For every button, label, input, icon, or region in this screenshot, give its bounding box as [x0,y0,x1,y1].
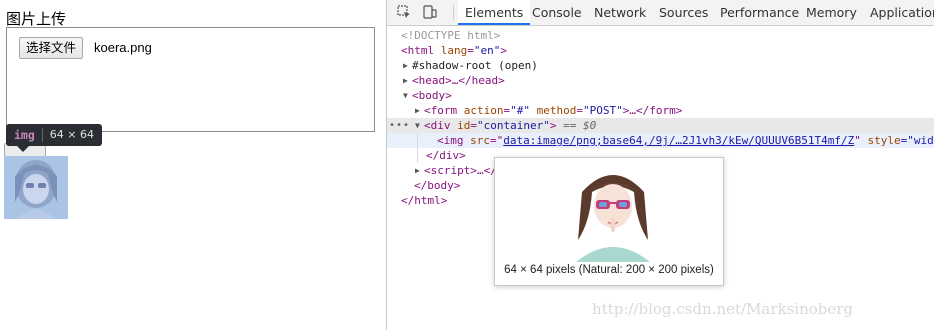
tab-sources[interactable]: Sources [659,0,708,25]
preview-image [4,156,68,219]
form-close-tag: >…</form> [622,104,683,117]
doctype-text: <!DOCTYPE html> [401,29,501,42]
tooltip-dimensions: 64 × 64 [49,128,94,141]
head-tag: <head>…</head> [412,74,505,87]
dom-line-html[interactable]: <html lang="en"> [387,43,934,58]
tab-performance[interactable]: Performance [720,0,799,25]
expand-arrow-icon[interactable]: ▶ [415,163,420,178]
img-style-attr: style [867,134,901,147]
choose-file-button[interactable]: 选择文件 [19,37,84,59]
body-close-tag: </body> [414,179,461,192]
tooltip-separator [41,128,43,142]
chosen-file-name: koera.png [94,40,152,55]
expand-arrow-icon[interactable]: ▶ [415,103,420,118]
toolbar-divider [453,5,454,20]
html-close-tag: </html> [401,194,448,207]
indent-guide [417,133,418,163]
img-src-link[interactable]: data:image/png;base64,/9j/…2J1vh3/kEw/QU… [503,134,854,147]
dom-line-img[interactable]: <img src="data:image/png;base64,/9j/…2J1… [387,133,934,148]
selected-node-marker: == $0 [563,119,597,132]
dom-line-body[interactable]: ▼ <body> [387,88,934,103]
devtools-toolbar: Elements Console Network Sources Perform… [387,0,934,26]
div-open-tag: <div [424,119,451,132]
html-lang-value: "en" [473,44,501,57]
div-id-attr: id [457,119,471,132]
img-style-value: ="width [900,134,934,147]
form-method-attr: method [536,104,577,117]
tab-elements[interactable]: Elements [458,0,531,25]
dom-line-shadow-root[interactable]: ▶ #shadow-root (open) [387,58,934,73]
dom-line-doctype[interactable]: <!DOCTYPE html> [387,28,934,43]
img-src-attr: src [470,134,490,147]
div-id-value: "container" [477,119,550,132]
image-preview-popup: 64 × 64 pixels (Natural: 200 × 200 pixel… [494,157,724,286]
tooltip-tag: img [14,128,35,142]
html-lang-attr: lang [440,44,468,57]
expand-arrow-icon[interactable]: ▶ [403,73,408,88]
img-open-tag: <img [437,134,464,147]
inspect-element-icon[interactable] [396,4,412,20]
dom-line-div-container[interactable]: ••• ▼ <div id="container"> == $0 [387,118,934,133]
script-tag: <script>…</ [424,164,497,177]
expand-arrow-icon[interactable]: ▶ [403,58,408,73]
shadow-root-text: #shadow-root (open) [412,59,538,72]
more-options-icon[interactable]: ••• [389,118,410,133]
popup-caption: 64 × 64 pixels (Natural: 200 × 200 pixel… [504,264,714,276]
html-open-tag: <html [401,44,435,57]
dom-line-head[interactable]: ▶ <head>…</head> [387,73,934,88]
tab-memory[interactable]: Memory [806,0,857,25]
upload-form: 选择文件 koera.png [6,27,375,132]
form-open-tag: <form [424,104,458,117]
page-title: 图片上传 [6,10,67,28]
watermark: http://blog.csdn.net/Marksinoberg [592,300,854,318]
popup-preview-image [568,162,658,262]
body-open-tag: <body> [412,89,452,102]
form-action-value: "#" [510,104,530,117]
tab-application[interactable]: Application [870,0,934,25]
collapse-arrow-icon[interactable]: ▼ [415,118,420,133]
inspect-tooltip: img 64 × 64 [6,124,102,146]
page-viewport: 图片上传 选择文件 koera.png img 64 × 64 [0,0,386,330]
tab-console[interactable]: Console [532,0,582,25]
tab-network[interactable]: Network [594,0,646,25]
tooltip-arrow [17,146,29,152]
collapse-arrow-icon[interactable]: ▼ [403,88,408,103]
form-action-attr: action [463,104,504,117]
dom-line-form[interactable]: ▶ <form action="#" method="POST">…</form… [387,103,934,118]
device-toolbar-icon[interactable] [422,4,438,20]
form-method-value: "POST" [583,104,623,117]
div-close-tag: </div> [426,149,466,162]
